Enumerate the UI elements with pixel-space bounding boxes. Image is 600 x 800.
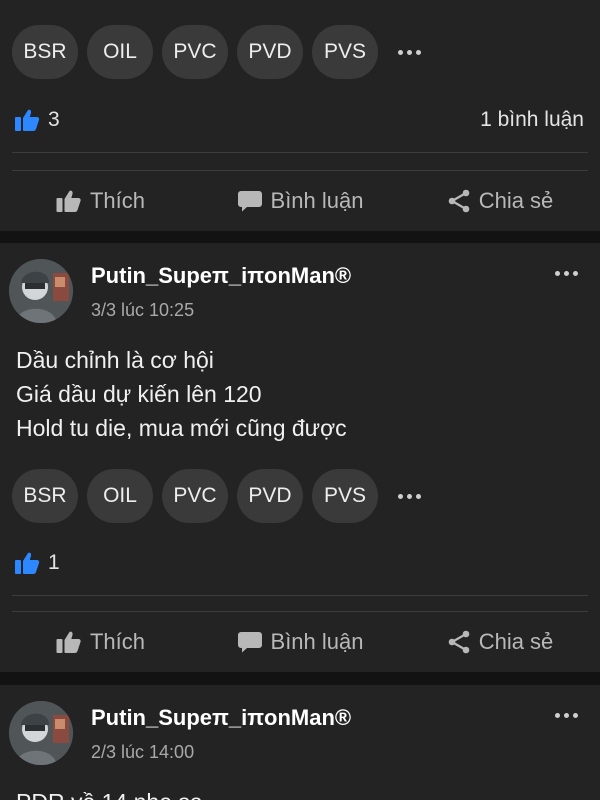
share-icon [448, 630, 470, 654]
speech-bubble-icon [237, 632, 262, 653]
stock-tags: BSR OIL PVC PVD PVS [12, 25, 429, 79]
share-button[interactable]: Chia sẻ [400, 629, 600, 655]
more-icon[interactable] [555, 713, 578, 718]
thumbs-up-icon [56, 190, 81, 212]
stock-tag[interactable]: BSR [12, 469, 78, 523]
divider [12, 152, 588, 153]
stock-tag[interactable]: PVC [162, 469, 228, 523]
stock-tag[interactable]: PVS [312, 25, 378, 79]
post-content: Dầu chỉnh là cơ hội Giá dầu dự kiến lên … [16, 343, 347, 445]
comment-label: Bình luận [270, 629, 364, 654]
avatar[interactable] [9, 701, 73, 765]
stock-tag[interactable]: PVC [162, 25, 228, 79]
post-line: Giá dầu dự kiến lên 120 [16, 381, 262, 407]
comment-count[interactable]: 1 bình luận [480, 108, 584, 132]
like-button[interactable]: Thích [0, 188, 200, 214]
post-time[interactable]: 3/3 lúc 10:25 [91, 300, 194, 321]
post-line: Dầu chỉnh là cơ hội [16, 347, 214, 373]
stock-tag[interactable]: PVD [237, 25, 303, 79]
like-count-value: 3 [48, 108, 60, 131]
like-label: Thích [89, 629, 146, 654]
post-actions: Thích Bình luận Chia sẻ [0, 612, 600, 672]
post-header: Putin_Supeπ_iπonMan® 2/3 lúc 14:00 [0, 685, 600, 775]
share-label: Chia sẻ [478, 188, 554, 213]
feed: BSR OIL PVC PVD PVS 3 1 bình luận Thích … [0, 0, 600, 800]
more-tags-icon[interactable] [389, 49, 429, 55]
like-button[interactable]: Thích [0, 629, 200, 655]
stock-tag[interactable]: BSR [12, 25, 78, 79]
post-card: Putin_Supeπ_iπonMan® 3/3 lúc 10:25 Dầu c… [0, 243, 600, 672]
stock-tag[interactable]: OIL [87, 469, 153, 523]
share-button[interactable]: Chia sẻ [400, 188, 600, 214]
avatar-image [9, 701, 73, 765]
post-line: PDR về 14 nhe sa [16, 785, 203, 800]
thumbs-up-icon [56, 631, 81, 653]
author-name[interactable]: Putin_Supeπ_iπonMan® [91, 263, 351, 289]
post-header: Putin_Supeπ_iπonMan® 3/3 lúc 10:25 [0, 243, 600, 333]
divider [12, 595, 588, 596]
stock-tag[interactable]: OIL [87, 25, 153, 79]
stock-tag[interactable]: PVD [237, 469, 303, 523]
author-name[interactable]: Putin_Supeπ_iπonMan® [91, 705, 351, 731]
post-stats: 1 [14, 551, 584, 575]
thumbs-up-icon [15, 552, 40, 574]
like-label: Thích [89, 188, 146, 213]
more-tags-icon[interactable] [389, 493, 429, 499]
post-card: Putin_Supeπ_iπonMan® 2/3 lúc 14:00 PDR v… [0, 685, 600, 800]
share-label: Chia sẻ [478, 629, 554, 654]
post-card: BSR OIL PVC PVD PVS 3 1 bình luận Thích … [0, 0, 600, 231]
comment-label: Bình luận [270, 188, 364, 213]
avatar[interactable] [9, 259, 73, 323]
post-stats: 3 1 bình luận [14, 108, 584, 132]
post-actions: Thích Bình luận Chia sẻ [0, 171, 600, 231]
like-count[interactable]: 1 [14, 551, 60, 575]
speech-bubble-icon [237, 191, 262, 212]
post-line: Hold tu die, mua mới cũng được [16, 415, 347, 441]
avatar-image [9, 259, 73, 323]
comment-button[interactable]: Bình luận [200, 629, 400, 655]
share-icon [448, 189, 470, 213]
stock-tags: BSR OIL PVC PVD PVS [12, 469, 429, 523]
post-content: PDR về 14 nhe sa [16, 785, 203, 800]
stock-tag[interactable]: PVS [312, 469, 378, 523]
thumbs-up-icon [15, 109, 40, 131]
post-time[interactable]: 2/3 lúc 14:00 [91, 742, 194, 763]
like-count[interactable]: 3 [14, 108, 60, 132]
like-count-value: 1 [48, 551, 60, 574]
more-icon[interactable] [555, 271, 578, 276]
comment-button[interactable]: Bình luận [200, 188, 400, 214]
